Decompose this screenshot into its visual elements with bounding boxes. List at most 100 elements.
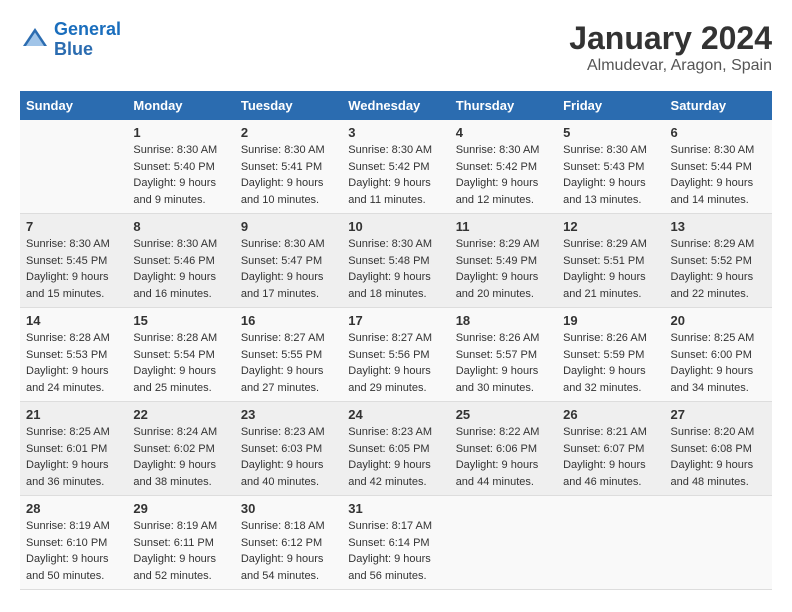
day-number: 1 bbox=[133, 125, 228, 140]
calendar-week-row: 1 Sunrise: 8:30 AMSunset: 5:40 PMDaylight… bbox=[20, 120, 772, 214]
logo-line2: Blue bbox=[54, 39, 93, 59]
calendar-cell: 4 Sunrise: 8:30 AMSunset: 5:42 PMDaylight… bbox=[450, 120, 557, 214]
day-number: 24 bbox=[348, 407, 443, 422]
calendar-cell: 15 Sunrise: 8:28 AMSunset: 5:54 PMDayligh… bbox=[127, 308, 234, 402]
calendar-cell: 14 Sunrise: 8:28 AMSunset: 5:53 PMDayligh… bbox=[20, 308, 127, 402]
calendar-cell: 28Sunrise: 8:19 AMSunset: 6:10 PMDayligh… bbox=[20, 496, 127, 590]
header-saturday: Saturday bbox=[665, 91, 772, 120]
day-info: Sunrise: 8:27 AMSunset: 5:56 PMDaylight:… bbox=[348, 330, 443, 396]
calendar-cell: 24 Sunrise: 8:23 AMSunset: 6:05 PMDayligh… bbox=[342, 402, 449, 496]
calendar-cell bbox=[20, 120, 127, 214]
day-number: 23 bbox=[241, 407, 336, 422]
day-info: Sunrise: 8:27 AMSunset: 5:55 PMDaylight:… bbox=[241, 330, 336, 396]
day-info: Sunrise: 8:30 AMSunset: 5:44 PMDaylight:… bbox=[671, 142, 766, 208]
day-info: Sunrise: 8:30 AMSunset: 5:42 PMDaylight:… bbox=[348, 142, 443, 208]
day-info: Sunrise: 8:17 AMSunset: 6:14 PMDaylight:… bbox=[348, 518, 443, 584]
subtitle: Almudevar, Aragon, Spain bbox=[569, 57, 772, 75]
day-number: 29 bbox=[133, 501, 228, 516]
header-friday: Friday bbox=[557, 91, 664, 120]
day-info: Sunrise: 8:19 AMSunset: 6:10 PMDaylight:… bbox=[26, 518, 121, 584]
day-info: Sunrise: 8:28 AMSunset: 5:53 PMDaylight:… bbox=[26, 330, 121, 396]
day-number: 27 bbox=[671, 407, 766, 422]
calendar-cell: 3 Sunrise: 8:30 AMSunset: 5:42 PMDaylight… bbox=[342, 120, 449, 214]
day-number: 13 bbox=[671, 219, 766, 234]
day-info: Sunrise: 8:30 AMSunset: 5:46 PMDaylight:… bbox=[133, 236, 228, 302]
day-number: 5 bbox=[563, 125, 658, 140]
calendar-cell: 27Sunrise: 8:20 AMSunset: 6:08 PMDayligh… bbox=[665, 402, 772, 496]
day-info: Sunrise: 8:30 AMSunset: 5:48 PMDaylight:… bbox=[348, 236, 443, 302]
day-info: Sunrise: 8:23 AMSunset: 6:05 PMDaylight:… bbox=[348, 424, 443, 490]
day-info: Sunrise: 8:30 AMSunset: 5:45 PMDaylight:… bbox=[26, 236, 121, 302]
logo: General Blue bbox=[20, 20, 121, 60]
day-number: 2 bbox=[241, 125, 336, 140]
day-info: Sunrise: 8:30 AMSunset: 5:40 PMDaylight:… bbox=[133, 142, 228, 208]
day-info: Sunrise: 8:26 AMSunset: 5:57 PMDaylight:… bbox=[456, 330, 551, 396]
calendar-cell: 25Sunrise: 8:22 AMSunset: 6:06 PMDayligh… bbox=[450, 402, 557, 496]
calendar-cell: 8 Sunrise: 8:30 AMSunset: 5:46 PMDaylight… bbox=[127, 214, 234, 308]
calendar-cell: 19 Sunrise: 8:26 AMSunset: 5:59 PMDayligh… bbox=[557, 308, 664, 402]
day-info: Sunrise: 8:24 AMSunset: 6:02 PMDaylight:… bbox=[133, 424, 228, 490]
calendar-week-row: 14 Sunrise: 8:28 AMSunset: 5:53 PMDayligh… bbox=[20, 308, 772, 402]
day-number: 14 bbox=[26, 313, 121, 328]
calendar-cell bbox=[665, 496, 772, 590]
calendar-cell: 11 Sunrise: 8:29 AMSunset: 5:49 PMDayligh… bbox=[450, 214, 557, 308]
day-number: 4 bbox=[456, 125, 551, 140]
calendar-cell bbox=[557, 496, 664, 590]
calendar-cell: 21 Sunrise: 8:25 AMSunset: 6:01 PMDayligh… bbox=[20, 402, 127, 496]
day-info: Sunrise: 8:25 AMSunset: 6:00 PMDaylight:… bbox=[671, 330, 766, 396]
calendar-cell: 9 Sunrise: 8:30 AMSunset: 5:47 PMDaylight… bbox=[235, 214, 342, 308]
day-info: Sunrise: 8:30 AMSunset: 5:47 PMDaylight:… bbox=[241, 236, 336, 302]
calendar-table: SundayMondayTuesdayWednesdayThursdayFrid… bbox=[20, 91, 772, 590]
day-number: 22 bbox=[133, 407, 228, 422]
title-block: January 2024 Almudevar, Aragon, Spain bbox=[569, 20, 772, 75]
header-monday: Monday bbox=[127, 91, 234, 120]
calendar-cell: 16 Sunrise: 8:27 AMSunset: 5:55 PMDayligh… bbox=[235, 308, 342, 402]
day-number: 12 bbox=[563, 219, 658, 234]
calendar-cell: 12 Sunrise: 8:29 AMSunset: 5:51 PMDayligh… bbox=[557, 214, 664, 308]
calendar-cell: 13Sunrise: 8:29 AMSunset: 5:52 PMDayligh… bbox=[665, 214, 772, 308]
calendar-cell: 23Sunrise: 8:23 AMSunset: 6:03 PMDayligh… bbox=[235, 402, 342, 496]
calendar-cell: 30Sunrise: 8:18 AMSunset: 6:12 PMDayligh… bbox=[235, 496, 342, 590]
calendar-cell: 7Sunrise: 8:30 AMSunset: 5:45 PMDaylight… bbox=[20, 214, 127, 308]
calendar-header-row: SundayMondayTuesdayWednesdayThursdayFrid… bbox=[20, 91, 772, 120]
day-number: 21 bbox=[26, 407, 121, 422]
day-number: 20 bbox=[671, 313, 766, 328]
logo-icon bbox=[20, 25, 50, 55]
day-number: 31 bbox=[348, 501, 443, 516]
day-info: Sunrise: 8:25 AMSunset: 6:01 PMDaylight:… bbox=[26, 424, 121, 490]
calendar-cell: 18 Sunrise: 8:26 AMSunset: 5:57 PMDayligh… bbox=[450, 308, 557, 402]
day-info: Sunrise: 8:26 AMSunset: 5:59 PMDaylight:… bbox=[563, 330, 658, 396]
calendar-week-row: 28Sunrise: 8:19 AMSunset: 6:10 PMDayligh… bbox=[20, 496, 772, 590]
calendar-cell: 17 Sunrise: 8:27 AMSunset: 5:56 PMDayligh… bbox=[342, 308, 449, 402]
day-info: Sunrise: 8:30 AMSunset: 5:43 PMDaylight:… bbox=[563, 142, 658, 208]
calendar-cell: 10Sunrise: 8:30 AMSunset: 5:48 PMDayligh… bbox=[342, 214, 449, 308]
day-info: Sunrise: 8:29 AMSunset: 5:51 PMDaylight:… bbox=[563, 236, 658, 302]
day-number: 26 bbox=[563, 407, 658, 422]
calendar-cell: 31 Sunrise: 8:17 AMSunset: 6:14 PMDayligh… bbox=[342, 496, 449, 590]
day-info: Sunrise: 8:29 AMSunset: 5:49 PMDaylight:… bbox=[456, 236, 551, 302]
day-info: Sunrise: 8:18 AMSunset: 6:12 PMDaylight:… bbox=[241, 518, 336, 584]
calendar-cell bbox=[450, 496, 557, 590]
day-info: Sunrise: 8:19 AMSunset: 6:11 PMDaylight:… bbox=[133, 518, 228, 584]
day-number: 15 bbox=[133, 313, 228, 328]
day-number: 17 bbox=[348, 313, 443, 328]
page-header: General Blue January 2024 Almudevar, Ara… bbox=[20, 20, 772, 75]
calendar-cell: 2 Sunrise: 8:30 AMSunset: 5:41 PMDaylight… bbox=[235, 120, 342, 214]
day-number: 11 bbox=[456, 219, 551, 234]
day-number: 19 bbox=[563, 313, 658, 328]
calendar-cell: 5 Sunrise: 8:30 AMSunset: 5:43 PMDaylight… bbox=[557, 120, 664, 214]
day-number: 8 bbox=[133, 219, 228, 234]
day-info: Sunrise: 8:30 AMSunset: 5:41 PMDaylight:… bbox=[241, 142, 336, 208]
day-info: Sunrise: 8:30 AMSunset: 5:42 PMDaylight:… bbox=[456, 142, 551, 208]
calendar-cell: 20 Sunrise: 8:25 AMSunset: 6:00 PMDayligh… bbox=[665, 308, 772, 402]
logo-text: General Blue bbox=[54, 20, 121, 60]
day-number: 3 bbox=[348, 125, 443, 140]
day-number: 18 bbox=[456, 313, 551, 328]
main-title: January 2024 bbox=[569, 20, 772, 57]
calendar-cell: 26Sunrise: 8:21 AMSunset: 6:07 PMDayligh… bbox=[557, 402, 664, 496]
day-info: Sunrise: 8:28 AMSunset: 5:54 PMDaylight:… bbox=[133, 330, 228, 396]
day-number: 9 bbox=[241, 219, 336, 234]
day-info: Sunrise: 8:22 AMSunset: 6:06 PMDaylight:… bbox=[456, 424, 551, 490]
day-number: 16 bbox=[241, 313, 336, 328]
day-number: 6 bbox=[671, 125, 766, 140]
